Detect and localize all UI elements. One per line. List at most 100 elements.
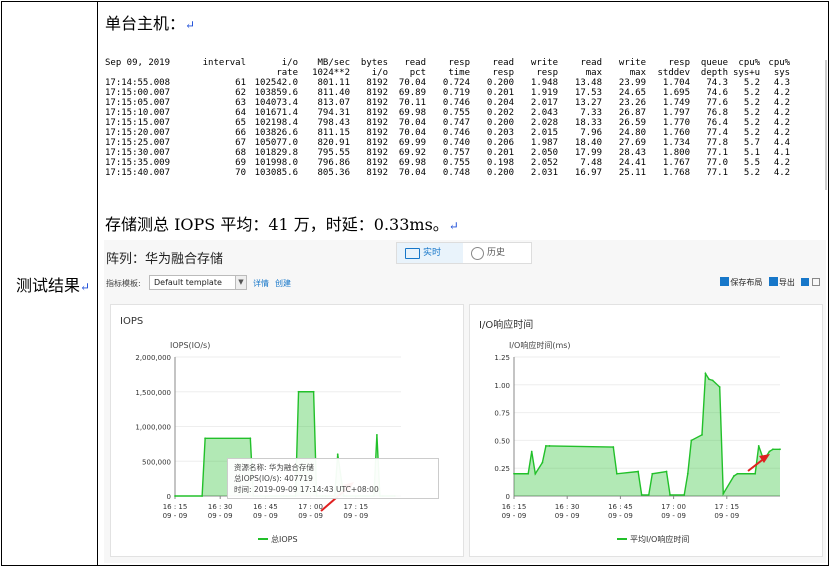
console-cell: max [585, 68, 602, 78]
data-point [249, 437, 252, 440]
monitor-panel: 阵列：华为融合存储 实时 历史 指标模板: Default template ▼… [104, 240, 826, 563]
console-cell: 8192 [366, 128, 388, 138]
data-point [615, 472, 618, 475]
tab-realtime[interactable]: 实时 [397, 243, 463, 263]
data-point [174, 495, 176, 497]
console-cell: read [580, 58, 602, 68]
iops-chart-card: IOPS IOPS(IO/s) 2,000,000 1,500,000 1,000,0… [110, 304, 464, 557]
console-cell: 102198.4 [254, 118, 298, 128]
console-cell: 1.800 [662, 148, 690, 158]
console-cell: 8192 [366, 108, 388, 118]
console-cell: 23.99 [618, 78, 646, 88]
detail-link[interactable]: 详情 [253, 278, 269, 289]
console-cell: queue [700, 58, 728, 68]
console-cell: 0.747 [442, 118, 470, 128]
console-cell: i/o [281, 58, 298, 68]
console-cell: 17:15:05.007 [105, 98, 171, 108]
data-point [779, 448, 781, 451]
console-cell: 2.031 [530, 168, 558, 178]
scrollbar[interactable] [825, 60, 827, 190]
series-area [514, 373, 780, 496]
console-cell: 1024**2 [312, 68, 350, 78]
console-cell: 801.11 [317, 78, 350, 88]
console-cell: 4.4 [773, 138, 791, 148]
console-cell: read [404, 58, 426, 68]
y-tick-label: 0 [506, 493, 510, 501]
console-cell: 0.746 [442, 98, 470, 108]
data-point [336, 453, 339, 456]
y-tick-label: 0.75 [494, 410, 510, 418]
console-cell: 70.11 [398, 98, 426, 108]
data-point [375, 433, 378, 436]
data-point [647, 493, 650, 496]
data-point [757, 445, 760, 447]
data-point [513, 472, 515, 475]
console-cell: 794.31 [317, 108, 350, 118]
console-cell: 5.2 [743, 108, 761, 118]
data-point [297, 390, 300, 393]
data-point [640, 493, 643, 496]
section-title-single-host: 单台主机：↵ [105, 14, 196, 33]
console-cell: 0.757 [442, 148, 470, 158]
console-cell: 23.26 [618, 98, 646, 108]
data-point [204, 437, 207, 440]
row-label: 测试结果↵ [16, 276, 91, 295]
console-cell: resp [536, 68, 558, 78]
data-point [708, 378, 710, 381]
x-tick-date-label: 09 - 09 [555, 512, 580, 520]
console-cell: 1.760 [662, 128, 690, 138]
console-cell: 70 [235, 168, 246, 178]
data-point [754, 472, 757, 475]
x-tick-date-label: 09 - 09 [253, 512, 278, 520]
console-data-row: 17:15:25.007 67 105077.0 820.91 8192 69.99 0.7… [105, 138, 795, 148]
console-cell: 13.48 [574, 78, 602, 88]
console-cell: 76.4 [706, 118, 728, 128]
console-cell: 17:15:20.007 [105, 128, 171, 138]
console-cell: 4.1 [773, 148, 791, 158]
console-cell: 8192 [366, 78, 388, 88]
console-cell: 0.740 [442, 138, 470, 148]
console-cell: 4.2 [773, 128, 791, 138]
console-cell: 4.2 [773, 158, 791, 168]
console-cell: 0.206 [486, 138, 514, 148]
template-select[interactable]: Default template ▼ [149, 275, 247, 290]
console-cell: 70.04 [398, 168, 426, 178]
console-cell: 7.33 [580, 108, 602, 118]
console-cell: 101998.0 [254, 158, 298, 168]
x-tick-date-label: 09 - 09 [208, 512, 233, 520]
console-cell: 2.050 [530, 148, 558, 158]
console-cell: sys [773, 68, 791, 78]
console-cell: 0.201 [486, 88, 514, 98]
console-cell: 103826.6 [254, 128, 298, 138]
console-cell: 17:15:25.007 [105, 138, 171, 148]
data-point [772, 448, 774, 451]
console-cell: 805.36 [317, 168, 350, 178]
create-link[interactable]: 创建 [275, 278, 291, 289]
latency-chart[interactable]: I/O响应时间(ms)1.251.000.750.500.25016 : 150… [470, 305, 824, 558]
console-cell: 1.797 [662, 108, 690, 118]
layout-single-icon[interactable] [801, 278, 810, 286]
console-cell: 8192 [366, 88, 388, 98]
tab-history[interactable]: 历史 [467, 243, 531, 263]
console-cell: 4.2 [773, 168, 791, 178]
chevron-down-icon[interactable]: ▼ [235, 276, 246, 289]
console-cell: 64 [235, 108, 246, 118]
layout-double-icon[interactable] [812, 278, 820, 286]
console-cell: 13.27 [574, 98, 602, 108]
console-cell: pct [409, 68, 426, 78]
template-select-value: Default template [154, 278, 222, 287]
data-point [669, 493, 671, 496]
save-layout-button[interactable]: 保存布局 [720, 277, 762, 287]
layout-toggle[interactable] [801, 278, 820, 287]
console-cell: 0.200 [486, 118, 514, 128]
export-button[interactable]: 导出 [768, 277, 795, 287]
console-cell: 76.8 [706, 108, 728, 118]
data-point [637, 470, 640, 473]
console-cell: 27.69 [618, 138, 646, 148]
console-cell: 77.1 [706, 148, 728, 158]
console-cell: 77.8 [706, 138, 728, 148]
iops-chart[interactable]: IOPS(IO/s) 2,000,000 1,500,000 1,000,000 500… [111, 305, 465, 558]
console-cell: 5.2 [743, 98, 761, 108]
console-cell: 101829.8 [254, 148, 298, 158]
console-cell: sys+u [733, 68, 761, 78]
